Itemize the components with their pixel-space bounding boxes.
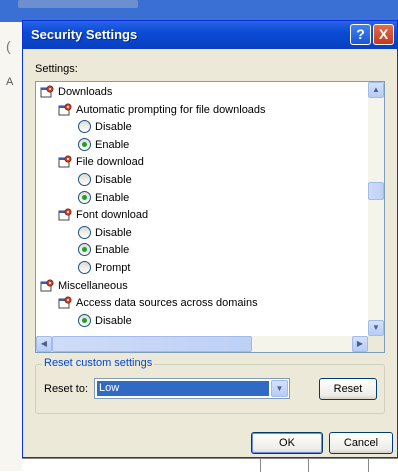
- tree-item-label: Enable: [95, 191, 130, 204]
- background-window-edge: (A: [0, 22, 22, 471]
- title-bar[interactable]: Security Settings ? X: [23, 21, 397, 49]
- reset-level-value: Low: [97, 381, 269, 396]
- dialog-title: Security Settings: [31, 27, 138, 42]
- reset-level-select[interactable]: Low ▼: [94, 378, 290, 399]
- radio-checked[interactable]: [78, 313, 91, 327]
- radio-checked[interactable]: [78, 190, 91, 204]
- settings-tree[interactable]: Downloads Automatic prompting for file do…: [35, 81, 385, 353]
- gear-sheet-icon: [40, 279, 54, 292]
- scroll-down-button[interactable]: ▼: [368, 320, 384, 336]
- tree-item-label: Disable: [95, 226, 132, 239]
- tree-item-label: Disable: [95, 314, 132, 327]
- chevron-down-icon[interactable]: ▼: [271, 380, 288, 397]
- scrollbar-corner: [368, 336, 384, 352]
- scroll-left-button[interactable]: ◀: [36, 336, 52, 352]
- gear-sheet-icon: [40, 85, 54, 98]
- radio-unchecked[interactable]: [78, 120, 91, 134]
- tree-item-label: Prompt: [95, 262, 131, 274]
- security-settings-dialog: Security Settings ? X Settings: Download…: [22, 20, 398, 458]
- tree-item-label: Enable: [95, 244, 130, 257]
- scroll-up-button[interactable]: ▲: [368, 82, 384, 98]
- ok-button[interactable]: OK: [251, 432, 323, 454]
- reset-button[interactable]: Reset: [319, 378, 377, 400]
- radio-unchecked[interactable]: [78, 173, 91, 186]
- vertical-scroll-thumb[interactable]: [368, 182, 384, 200]
- radio-checked[interactable]: [78, 243, 91, 257]
- gear-sheet-icon: [58, 208, 72, 221]
- horizontal-scroll-thumb[interactable]: [52, 336, 252, 352]
- gear-sheet-icon: [58, 296, 72, 309]
- group-legend: Reset custom settings: [42, 357, 155, 369]
- tree-item-label: Font download: [76, 209, 149, 222]
- tree-item-label: Access data sources across domains: [76, 297, 258, 310]
- reset-to-label: Reset to:: [44, 383, 89, 395]
- tree-item-label: Enable: [95, 138, 130, 151]
- cancel-button[interactable]: Cancel: [329, 432, 393, 454]
- tree-item-label: Disable: [95, 121, 132, 134]
- tree-item-label: Disable: [95, 174, 132, 186]
- radio-unchecked[interactable]: [78, 225, 91, 239]
- gear-sheet-icon: [58, 155, 72, 168]
- tree-item-label: Miscellaneous: [58, 279, 128, 292]
- background-title-bar: [0, 0, 398, 22]
- radio-unchecked[interactable]: [78, 261, 91, 274]
- scroll-right-button[interactable]: ▶: [352, 336, 368, 352]
- reset-custom-settings-group: Reset custom settings Reset to: Low ▼ Re…: [35, 357, 385, 414]
- vertical-scrollbar[interactable]: ▲ ▼: [368, 82, 384, 336]
- close-icon: X: [378, 26, 389, 42]
- help-button[interactable]: ?: [350, 24, 371, 45]
- tree-item-label: File download: [76, 156, 144, 169]
- radio-checked[interactable]: [78, 137, 91, 151]
- help-icon: ?: [356, 26, 365, 42]
- background-button-row: [22, 458, 398, 472]
- close-button[interactable]: X: [373, 24, 394, 45]
- tree-item-label: Automatic prompting for file downloads: [76, 103, 266, 116]
- settings-label: Settings:: [35, 63, 78, 75]
- tree-item-label: Downloads: [58, 86, 113, 98]
- horizontal-scrollbar[interactable]: ◀ ▶: [36, 336, 368, 352]
- gear-sheet-icon: [58, 103, 72, 116]
